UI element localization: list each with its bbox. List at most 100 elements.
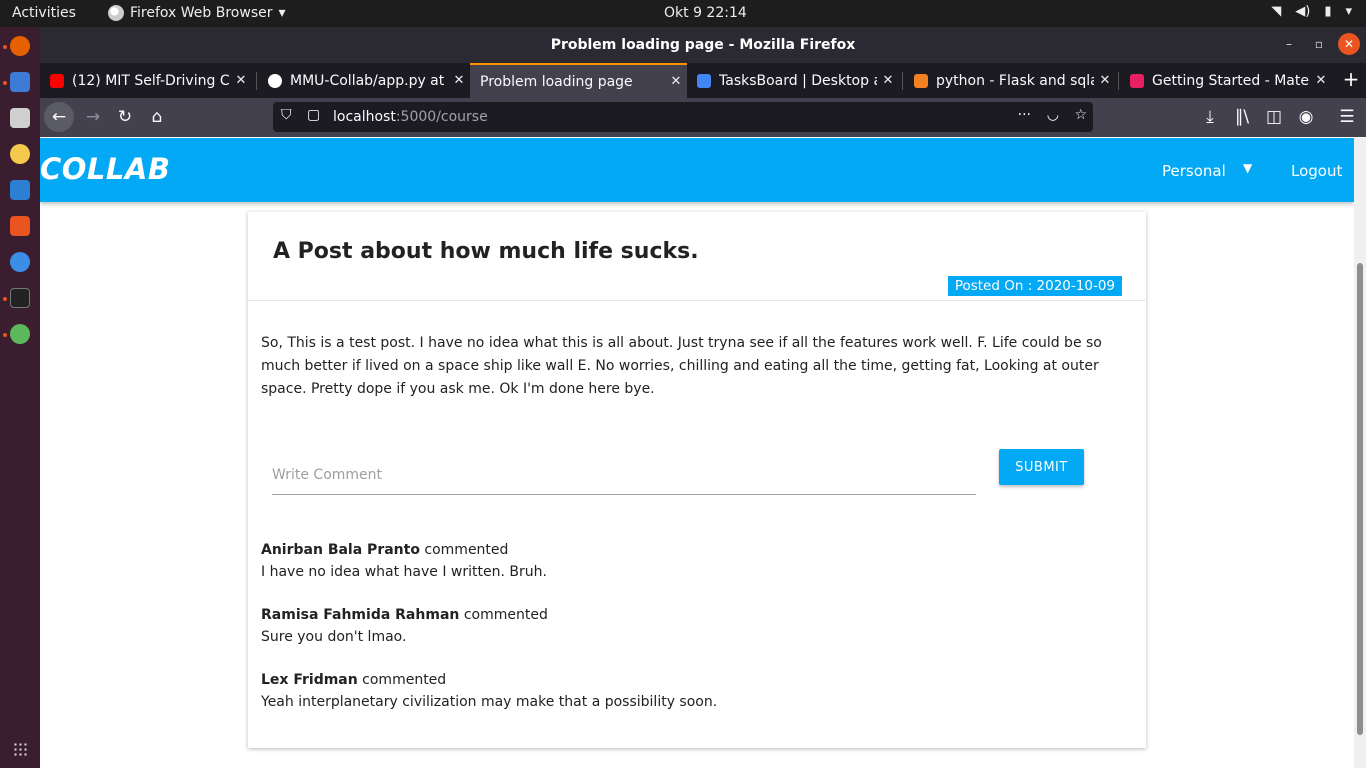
tab-github[interactable]: MMU-Collab/app.py at ✕ <box>258 63 470 98</box>
tab-label: python - Flask and sqla <box>936 72 1094 89</box>
new-tab-icon[interactable]: + <box>1336 63 1366 98</box>
comment-text: Sure you don't lmao. <box>261 629 407 645</box>
app-dock-icon[interactable] <box>10 324 30 344</box>
post-title: A Post about how much life sucks. <box>273 239 699 264</box>
github-icon <box>268 73 282 88</box>
running-indicator <box>3 333 7 337</box>
running-indicator <box>3 297 7 301</box>
firefox-dock-icon[interactable] <box>10 36 30 56</box>
tab-label: (12) MIT Self-Driving Ca <box>72 72 230 89</box>
tab-materialize[interactable]: Getting Started - Mate ✕ <box>1120 63 1332 98</box>
activities-button[interactable]: Activities <box>12 5 76 21</box>
tab-label: Getting Started - Mate <box>1152 72 1309 89</box>
url-host: localhost <box>333 109 396 125</box>
reload-icon[interactable]: ↻ <box>110 102 140 132</box>
comment-verb: commented <box>424 542 509 558</box>
volume-icon: ◀) <box>1295 4 1311 19</box>
running-indicator <box>3 81 7 85</box>
comment-item: Lex Fridman commented Yeah interplanetar… <box>261 669 717 713</box>
download-icon[interactable]: ⤓ <box>1195 102 1225 132</box>
clock[interactable]: Okt 9 22:14 <box>664 5 747 21</box>
show-applications-icon[interactable] <box>13 742 27 756</box>
running-indicator <box>3 45 7 49</box>
close-tab-icon[interactable]: ✕ <box>448 73 470 88</box>
back-arrow-icon[interactable]: ← <box>44 102 74 132</box>
page-info-icon[interactable]: ▢ <box>307 107 320 123</box>
window-title: Problem loading page - Mozilla Firefox <box>550 37 856 53</box>
app-navbar: COLLAB Personal ▼ Logout <box>40 138 1354 202</box>
app-menu-label: Firefox Web Browser <box>130 5 273 21</box>
minimize-icon[interactable]: – <box>1278 33 1300 55</box>
url-bar[interactable]: ⛉ ▢ localhost:5000/course ··· ◡ ☆ <box>273 102 1093 132</box>
comment-input[interactable] <box>272 456 976 495</box>
comment-author: Ramisa Fahmida Rahman <box>261 607 460 623</box>
comment-text: I have no idea what have I written. Bruh… <box>261 564 547 580</box>
writer-dock-icon[interactable] <box>10 180 30 200</box>
tab-youtube[interactable]: (12) MIT Self-Driving Ca ✕ <box>40 63 252 98</box>
maximize-icon[interactable]: ▫ <box>1308 33 1330 55</box>
youtube-icon <box>50 73 64 88</box>
battery-icon: ▮ <box>1324 4 1332 19</box>
close-tab-icon[interactable]: ✕ <box>877 73 899 88</box>
account-icon[interactable]: ◉ <box>1291 102 1321 132</box>
forward-arrow-icon[interactable]: → <box>78 102 108 132</box>
tab-label: TasksBoard | Desktop a <box>719 72 877 89</box>
system-top-bar: Activities Firefox Web Browser ▾ Okt 9 2… <box>0 0 1366 27</box>
comment-item: Anirban Bala Pranto commented I have no … <box>261 539 547 583</box>
page-content: COLLAB Personal ▼ Logout A Post about ho… <box>40 138 1366 768</box>
title-bar: Problem loading page - Mozilla Firefox –… <box>40 27 1366 63</box>
brand-logo[interactable]: COLLAB <box>40 152 170 186</box>
close-tab-icon[interactable]: ✕ <box>1094 73 1116 88</box>
pocket-icon[interactable]: ◡ <box>1047 107 1059 123</box>
app-menu[interactable]: Firefox Web Browser ▾ <box>108 5 286 21</box>
tab-separator <box>256 72 257 90</box>
materialize-icon <box>1130 73 1144 88</box>
tab-label: MMU-Collab/app.py at <box>290 72 445 89</box>
url-text[interactable]: localhost:5000/course <box>333 109 488 125</box>
tab-label: Problem loading page <box>480 73 633 90</box>
wifi-icon: ◥ <box>1271 4 1282 19</box>
tab-separator <box>902 72 903 90</box>
tab-tasksboard[interactable]: TasksBoard | Desktop a ✕ <box>687 63 899 98</box>
page-scrollbar[interactable] <box>1354 138 1366 768</box>
navigation-toolbar: ← → ↻ ⌂ ⛉ ▢ localhost:5000/course ··· ◡ … <box>40 98 1366 137</box>
tab-problem-loading[interactable]: Problem loading page ✕ <box>470 63 687 98</box>
post-card: A Post about how much life sucks. Posted… <box>248 212 1146 748</box>
rhythmbox-dock-icon[interactable] <box>10 144 30 164</box>
shield-icon[interactable]: ⛉ <box>281 107 292 123</box>
comment-author: Lex Fridman <box>261 672 358 688</box>
files-dock-icon[interactable] <box>10 108 30 128</box>
comment-author: Anirban Bala Pranto <box>261 542 420 558</box>
submit-button[interactable]: SUBMIT <box>999 449 1084 485</box>
help-dock-icon[interactable] <box>10 252 30 272</box>
url-path: :5000/course <box>395 109 488 125</box>
caret-down-icon: ▾ <box>278 5 286 21</box>
caret-down-icon: ▾ <box>1345 4 1352 19</box>
tab-stackoverflow[interactable]: python - Flask and sqla ✕ <box>904 63 1116 98</box>
firefox-icon <box>108 5 124 21</box>
tasksboard-icon <box>697 73 711 88</box>
system-tray[interactable]: ◥ ◀) ▮ ▾ <box>1271 4 1352 19</box>
posted-on-badge: Posted On : 2020-10-09 <box>947 276 1122 296</box>
close-tab-icon[interactable]: ✕ <box>230 73 252 88</box>
dock <box>0 27 40 768</box>
bookmark-star-icon[interactable]: ☆ <box>1074 107 1087 123</box>
divider <box>248 300 1146 301</box>
mail-dock-icon[interactable] <box>10 72 30 92</box>
terminal-dock-icon[interactable] <box>10 288 30 308</box>
home-icon[interactable]: ⌂ <box>142 102 172 132</box>
dropdown-caret-icon[interactable]: ▼ <box>1243 161 1252 175</box>
library-icon[interactable]: ∥\ <box>1227 102 1257 132</box>
close-tab-icon[interactable]: ✕ <box>665 74 687 89</box>
nav-personal-dropdown[interactable]: Personal <box>1162 162 1226 180</box>
close-tab-icon[interactable]: ✕ <box>1310 73 1332 88</box>
more-actions-icon[interactable]: ··· <box>1018 107 1031 123</box>
scrollbar-thumb[interactable] <box>1357 263 1363 735</box>
nav-logout-link[interactable]: Logout <box>1291 162 1342 180</box>
tab-strip: (12) MIT Self-Driving Ca ✕ MMU-Collab/ap… <box>40 63 1366 98</box>
sidebar-icon[interactable]: ◫ <box>1259 102 1289 132</box>
close-icon[interactable]: ✕ <box>1338 33 1360 55</box>
comment-verb: commented <box>463 607 548 623</box>
software-dock-icon[interactable] <box>10 216 30 236</box>
hamburger-menu-icon[interactable]: ☰ <box>1332 102 1362 132</box>
